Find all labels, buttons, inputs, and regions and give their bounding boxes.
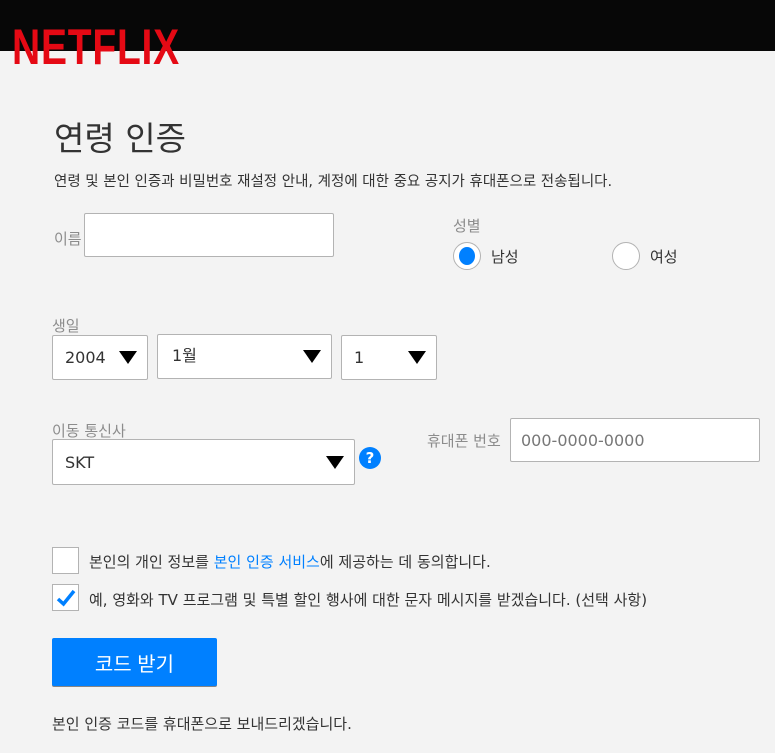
consent-text: 본인의 개인 정보를 본인 인증 서비스에 제공하는 데 동의합니다. [89,551,491,572]
name-input[interactable] [84,213,334,257]
day-value: 1 [354,348,365,367]
checkmark-icon [56,589,75,607]
gender-label: 성별 [453,217,481,235]
year-value: 2004 [65,348,106,367]
consent-prefix: 본인의 개인 정보를 [89,553,214,571]
gender-radio-male[interactable]: 남성 [453,242,519,270]
carrier-value: SKT [65,452,95,472]
marketing-text: 예, 영화와 TV 프로그램 및 특별 할인 행사에 대한 문자 메시지를 받겠… [89,591,648,609]
month-value: 1월 [172,345,197,365]
get-code-button[interactable]: 코드 받기 [52,638,217,686]
gender-radio-female[interactable]: 여성 [612,242,678,270]
consent-suffix: 에 제공하는 데 동의합니다. [319,553,491,571]
chevron-down-icon [119,351,137,364]
radio-female[interactable] [612,242,640,270]
year-select[interactable]: 2004 [52,335,148,380]
consent-checkbox[interactable] [52,547,79,574]
month-select[interactable]: 1월 [157,334,332,379]
page-title: 연령 인증 [54,119,186,158]
chevron-down-icon [303,350,321,363]
netflix-logo[interactable]: NETFLIX [12,22,180,72]
carrier-label: 이동 통신사 [52,422,126,440]
page-subtitle: 연령 및 본인 인증과 비밀번호 재설정 안내, 계정에 대한 중요 공지가 휴… [54,174,613,190]
radio-male-label: 남성 [491,247,519,266]
phone-label: 휴대폰 번호 [427,432,501,450]
carrier-select[interactable]: SKT [52,439,355,485]
chevron-down-icon [326,455,344,469]
day-select[interactable]: 1 [341,335,437,380]
footnote: 본인 인증 코드를 휴대폰으로 보내드리겠습니다. [52,715,352,733]
marketing-checkbox[interactable] [52,584,79,611]
radio-male[interactable] [453,242,481,270]
name-label: 이름 [54,230,82,248]
identity-service-link[interactable]: 본인 인증 서비스 [214,553,320,571]
birthday-label: 생일 [52,317,80,335]
question-icon[interactable]: ? [359,447,381,469]
radio-female-label: 여성 [650,247,678,266]
phone-input[interactable] [510,418,760,462]
chevron-down-icon [408,351,426,364]
